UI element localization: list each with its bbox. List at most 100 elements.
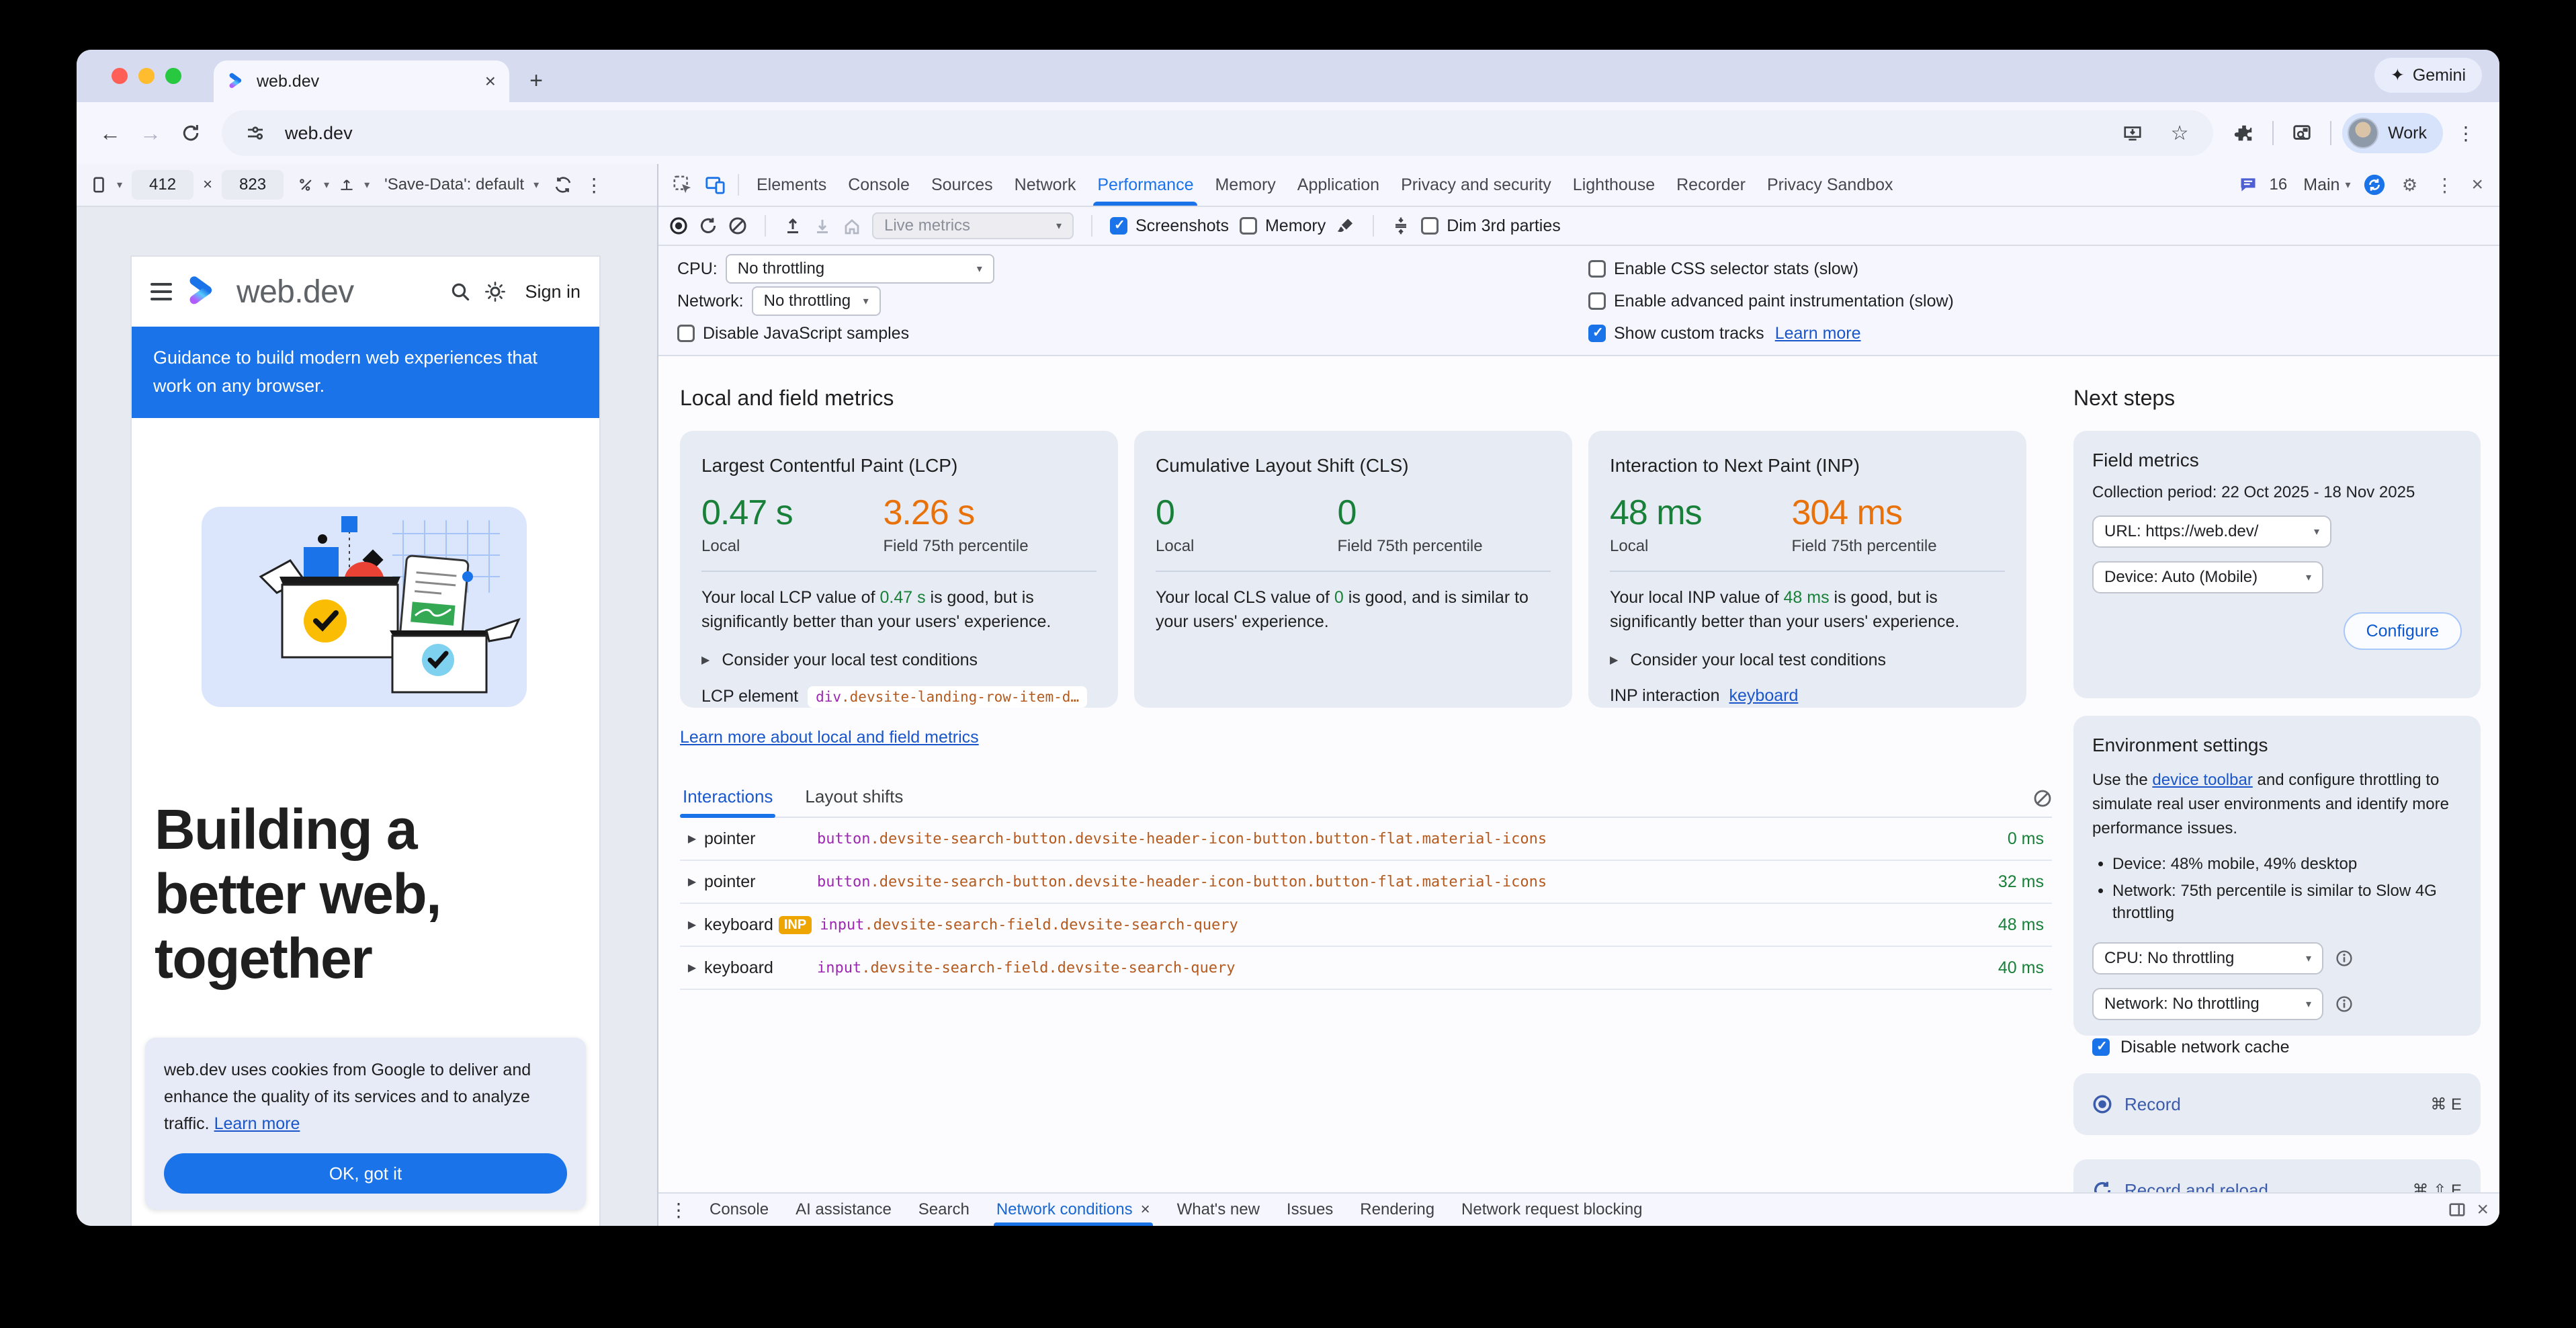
extensions-puzzle-icon[interactable] [2227,116,2262,151]
configure-button[interactable]: Configure [2344,612,2462,650]
tab-network[interactable]: Network [1004,164,1087,206]
env-cpu-select[interactable]: CPU: No throttling▾ [2092,942,2323,974]
hamburger-menu-icon[interactable] [151,283,172,300]
side-panel-search-icon[interactable] [2284,116,2319,151]
install-icon[interactable] [2115,116,2150,151]
tab-interactions[interactable]: Interactions [680,780,775,817]
interaction-row[interactable]: ▶ keyboard INP input.devsite-search-fiel… [680,904,2052,947]
env-network-select[interactable]: Network: No throttling▾ [2092,988,2323,1020]
back-button[interactable]: ← [93,116,128,151]
inp-disclosure[interactable]: ▶ Consider your local test conditions [1610,651,2005,670]
device-toolbar-toggle-icon[interactable] [699,169,731,201]
screenshots-checkbox[interactable]: Screenshots [1110,216,1229,236]
theme-toggle-icon[interactable] [484,281,506,302]
close-window-button[interactable] [112,68,128,84]
clear-icon[interactable] [728,216,747,235]
expand-icon[interactable]: ▶ [680,832,704,845]
browser-tab[interactable]: web.dev × [214,60,509,102]
live-metrics-select[interactable]: Live metrics▾ [872,212,1074,239]
record-and-reload-button[interactable]: Record and reload ⌘ ⇧ E [2073,1159,2481,1192]
field-device-select[interactable]: Device: Auto (Mobile)▾ [2092,561,2323,593]
tab-application[interactable]: Application [1287,164,1390,206]
tab-lighthouse[interactable]: Lighthouse [1562,164,1666,206]
drawer-tab-issues[interactable]: Issues [1273,1194,1346,1226]
device-width-input[interactable] [132,170,194,200]
gc-brush-icon[interactable] [1336,216,1355,235]
custom-tracks-learn-more-link[interactable]: Learn more [1775,324,1861,343]
zoom-window-button[interactable] [165,68,181,84]
new-tab-button[interactable]: + [520,65,552,97]
rotate-icon[interactable] [554,175,572,194]
device-toolbar-link[interactable]: device toolbar [2152,771,2252,789]
settings-gear-icon[interactable]: ⚙ [2393,169,2425,201]
lcp-element-chip[interactable]: div.devsite-landing-row-item-d… [808,686,1087,708]
drawer-tab-ai-assistance[interactable]: AI assistance [782,1194,905,1226]
download-profile-icon[interactable] [813,216,832,235]
memory-checkbox[interactable]: Memory [1240,216,1326,236]
record-reload-icon[interactable] [699,216,718,235]
reload-button[interactable] [173,116,208,151]
minimize-window-button[interactable] [138,68,155,84]
tab-layout-shifts[interactable]: Layout shifts [802,780,906,817]
device-toolbar-menu-icon[interactable]: ⋮ [585,174,603,196]
interaction-row[interactable]: ▶ pointer button.devsite-search-button.d… [680,818,2052,861]
upload-profile-icon[interactable] [783,216,802,235]
cpu-throttle-select[interactable]: No throttling▾ [726,254,994,284]
tab-memory[interactable]: Memory [1204,164,1286,206]
site-info-icon[interactable] [238,116,273,151]
device-height-input[interactable] [222,170,284,200]
tab-sources[interactable]: Sources [920,164,1004,206]
drawer-tab-network-conditions[interactable]: Network conditions × [983,1194,1164,1226]
drawer-menu-icon[interactable]: ⋮ [669,1199,688,1221]
metrics-learn-more-link[interactable]: Learn more about local and field metrics [680,728,979,747]
tab-recorder[interactable]: Recorder [1666,164,1756,206]
network-throttle-select[interactable]: No throttling▾ [752,286,881,316]
lcp-disclosure[interactable]: ▶ Consider your local test conditions [701,651,1097,670]
interaction-row[interactable]: ▶ pointer button.devsite-search-button.d… [680,861,2052,904]
expand-icon[interactable]: ▶ [680,875,704,888]
save-data-select[interactable]: 'Save-Data': default [384,175,524,194]
record-icon[interactable] [669,216,688,235]
record-button[interactable]: Record ⌘ E [2073,1073,2481,1135]
tab-elements[interactable]: Elements [746,164,837,206]
sync-status-icon[interactable] [2358,169,2391,201]
drawer-tab-rendering[interactable]: Rendering [1346,1194,1448,1226]
cookie-learn-more-link[interactable]: Learn more [214,1114,300,1133]
disable-network-cache-checkbox[interactable]: Disable network cache [2092,1038,2462,1057]
field-url-select[interactable]: URL: https://web.dev/▾ [2092,515,2331,548]
tab-console[interactable]: Console [837,164,920,206]
interaction-row[interactable]: ▶ keyboard input.devsite-search-field.de… [680,947,2052,990]
devtools-menu-icon[interactable]: ⋮ [2428,169,2460,201]
profile-button[interactable]: Work [2342,113,2443,153]
expand-icon[interactable]: ▶ [680,918,704,931]
tab-privacy-sandbox[interactable]: Privacy Sandbox [1756,164,1904,206]
context-selector[interactable]: Main▾ [2298,175,2356,195]
inspect-icon[interactable] [667,169,699,201]
dim-3rd-parties-checkbox[interactable]: Dim 3rd parties [1421,216,1561,236]
close-tab-icon[interactable]: × [485,72,496,91]
site-search-icon[interactable] [449,281,471,302]
device-preset-icon[interactable] [90,176,108,194]
expand-icon[interactable]: ▶ [680,961,704,974]
close-drawer-icon[interactable]: × [2477,1198,2489,1221]
drawer-tab-console[interactable]: Console [696,1194,782,1226]
tab-privacy-security[interactable]: Privacy and security [1390,164,1562,206]
close-drawer-tab-icon[interactable]: × [1141,1200,1150,1219]
inp-interaction-link[interactable]: keyboard [1729,686,1799,706]
cookie-ok-button[interactable]: OK, got it [164,1153,567,1194]
messages-bubble-icon[interactable] [2232,169,2264,201]
throttle-select[interactable] [339,177,355,193]
tab-performance[interactable]: Performance [1086,164,1204,206]
drawer-tab-search[interactable]: Search [905,1194,983,1226]
zoom-select[interactable] [298,177,314,193]
disable-js-samples-checkbox[interactable]: Disable JavaScript samples [677,324,909,343]
gemini-button[interactable]: ✦ Gemini [2374,58,2482,93]
drawer-tab-whats-new[interactable]: What's new [1164,1194,1273,1226]
clear-log-icon[interactable] [2033,789,2052,808]
sign-in-button[interactable]: Sign in [525,282,581,302]
custom-tracks-checkbox[interactable]: Show custom tracks [1588,324,1764,343]
collapse-tracks-icon[interactable] [1391,216,1410,235]
forward-button[interactable]: → [133,116,168,151]
advanced-paint-checkbox[interactable]: Enable advanced paint instrumentation (s… [1588,292,1954,311]
close-devtools-icon[interactable]: × [2463,173,2491,196]
